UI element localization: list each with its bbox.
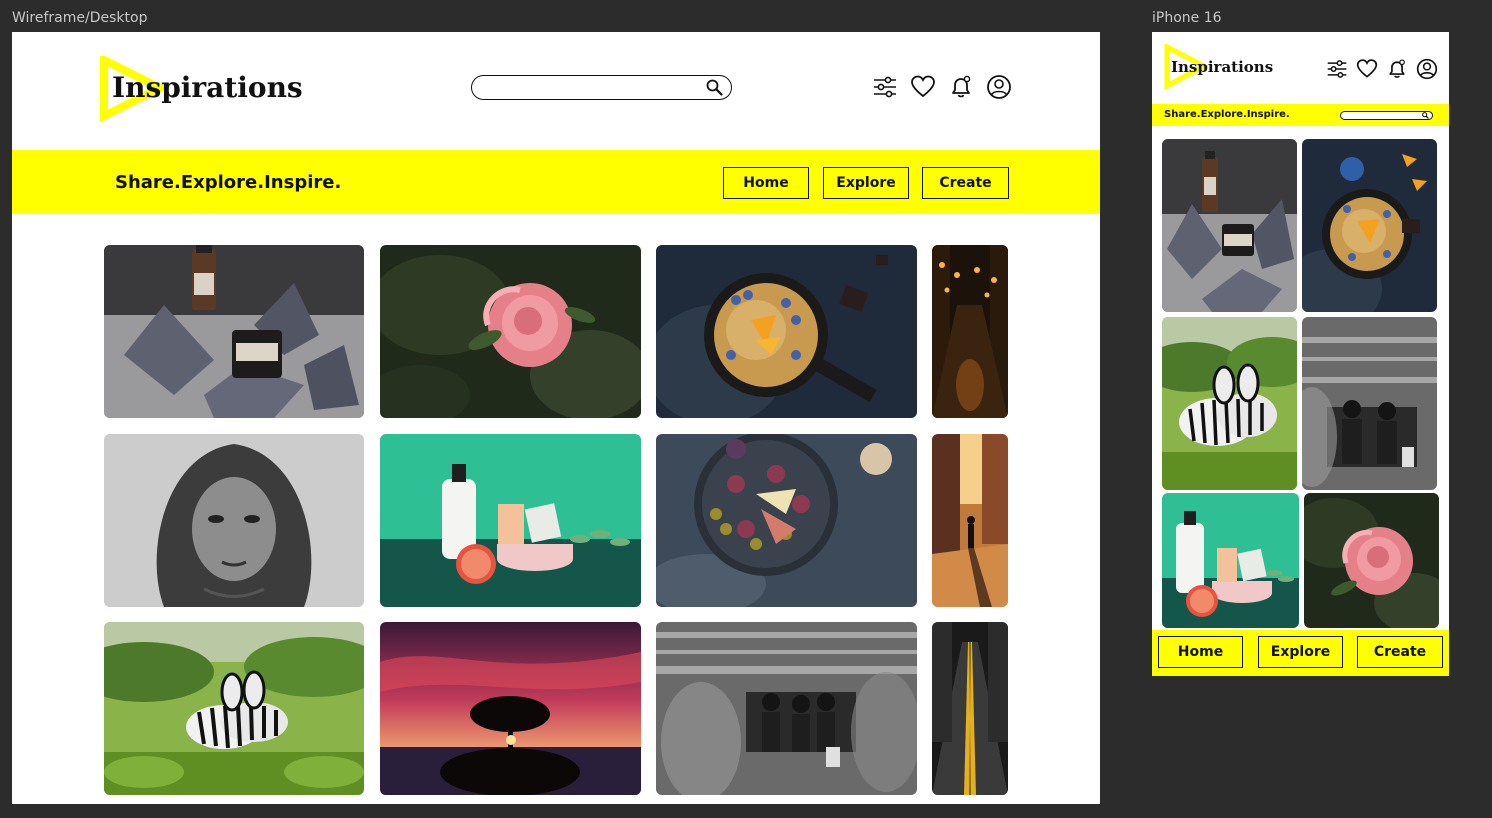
brand-logo[interactable]: Inspirations (100, 56, 330, 122)
desktop-frame: Inspirations Share.Explore.Inspire. Home… (12, 32, 1100, 804)
search-icon[interactable] (706, 79, 723, 96)
gallery-image-tree-sunset[interactable] (380, 622, 641, 795)
gallery-image-lotion-grapefruit[interactable] (1162, 493, 1299, 628)
gallery-image-night-street[interactable] (932, 245, 1008, 418)
gallery-image-bw-crowd[interactable] (656, 622, 917, 795)
gallery-image-zebras[interactable] (1162, 317, 1297, 490)
gallery-image-zebras[interactable] (104, 622, 364, 795)
gallery-image-rose[interactable] (380, 245, 641, 418)
search-input[interactable] (471, 75, 732, 100)
mobile-frame: Inspirations Share.Explore.Inspire. Home… (1152, 32, 1449, 676)
explore-button[interactable]: Explore (823, 167, 909, 199)
heart-icon[interactable] (910, 74, 936, 100)
bell-icon[interactable] (948, 74, 974, 100)
gallery-image-night-road[interactable] (932, 622, 1008, 795)
user-profile-icon[interactable] (1416, 58, 1438, 80)
filter-sliders-icon[interactable] (1326, 58, 1348, 80)
header-actions (872, 74, 1012, 100)
create-button[interactable]: Create (922, 167, 1009, 199)
desktop-frame-label: Wireframe/Desktop (12, 10, 148, 26)
heart-icon[interactable] (1356, 58, 1378, 80)
gallery-image-skincare[interactable] (1162, 139, 1297, 312)
brand-name: Inspirations (1171, 58, 1274, 76)
filter-sliders-icon[interactable] (872, 74, 898, 100)
tagline: Share.Explore.Inspire. (1164, 109, 1290, 120)
gallery-image-sunset-walker[interactable] (932, 434, 1008, 607)
tagline: Share.Explore.Inspire. (115, 172, 342, 193)
gallery-image-rose[interactable] (1304, 493, 1439, 628)
gallery-image-bw-portrait[interactable] (104, 434, 364, 607)
home-button[interactable]: Home (1158, 636, 1243, 668)
gallery-image-pancake[interactable] (656, 245, 917, 418)
hero-banner: Share.Explore.Inspire. Home Explore Crea… (12, 150, 1100, 214)
explore-button[interactable]: Explore (1258, 636, 1343, 668)
gallery-image-bw-crowd[interactable] (1302, 317, 1437, 490)
mobile-search-input[interactable] (1340, 111, 1433, 120)
gallery-image-fig-platter[interactable] (656, 434, 917, 607)
gallery-image-lotion-grapefruit[interactable] (380, 434, 641, 607)
gallery-image-skincare[interactable] (104, 245, 364, 418)
create-button[interactable]: Create (1357, 636, 1443, 668)
home-button[interactable]: Home (723, 167, 809, 199)
gallery-image-pancake[interactable] (1302, 139, 1437, 312)
brand-name: Inspirations (112, 71, 303, 104)
mobile-bottom-nav: Home Explore Create (1152, 630, 1449, 676)
mobile-brand-logo[interactable]: Inspirations (1164, 44, 1294, 90)
mobile-header-actions (1326, 58, 1438, 80)
mobile-tagline-bar: Share.Explore.Inspire. (1152, 104, 1449, 126)
user-profile-icon[interactable] (986, 74, 1012, 100)
search-icon[interactable] (1422, 112, 1429, 119)
bell-icon[interactable] (1386, 58, 1408, 80)
mobile-frame-label: iPhone 16 (1152, 10, 1222, 26)
